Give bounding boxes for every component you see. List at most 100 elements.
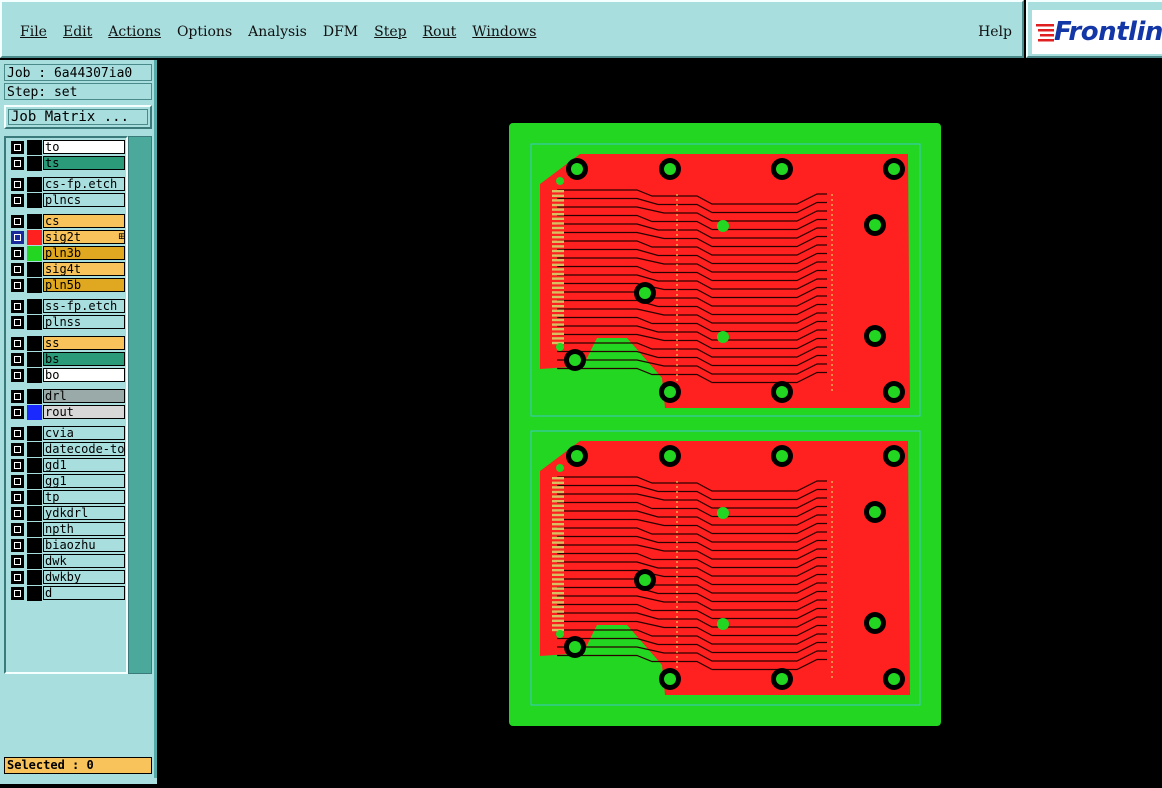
- layer-color-swatch[interactable]: [27, 193, 42, 208]
- layer-select-checkbox[interactable]: [11, 141, 24, 154]
- layer-row-tp[interactable]: tp: [8, 490, 126, 505]
- layer-row-cvia[interactable]: cvia: [8, 426, 126, 441]
- job-matrix-button[interactable]: Job Matrix ...: [4, 105, 152, 129]
- layer-name[interactable]: plnss: [43, 315, 125, 329]
- layer-row-pln5b[interactable]: pln5b: [8, 278, 126, 293]
- layer-color-swatch[interactable]: [27, 315, 42, 330]
- layer-row-gd1[interactable]: gd1: [8, 458, 126, 473]
- layer-color-swatch[interactable]: [27, 262, 42, 277]
- menu-file[interactable]: File: [12, 24, 55, 40]
- layer-select-checkbox[interactable]: [11, 523, 24, 536]
- menu-dfm[interactable]: DFM: [315, 24, 366, 40]
- layer-select-checkbox[interactable]: [11, 459, 24, 472]
- layer-select-checkbox[interactable]: [11, 279, 24, 292]
- layer-row-rout[interactable]: rout: [8, 405, 126, 420]
- layer-row-npth[interactable]: npth: [8, 522, 126, 537]
- layer-name[interactable]: npth: [43, 522, 125, 536]
- layer-row-sig4t[interactable]: sig4t: [8, 262, 126, 277]
- layer-color-swatch[interactable]: [27, 506, 42, 521]
- layer-row-ydkdrl[interactable]: ydkdrl: [8, 506, 126, 521]
- menu-rout[interactable]: Rout: [415, 24, 465, 40]
- layer-name[interactable]: ydkdrl: [43, 506, 125, 520]
- graphics-canvas[interactable]: [157, 60, 1162, 784]
- layer-row-pln3b[interactable]: pln3b: [8, 246, 126, 261]
- layer-select-checkbox[interactable]: [11, 491, 24, 504]
- layer-row-ss-fp.etch[interactable]: ss-fp.etch: [8, 299, 126, 314]
- layer-list-scrollbar[interactable]: [128, 136, 152, 674]
- menu-edit[interactable]: Edit: [55, 24, 100, 40]
- layer-select-checkbox[interactable]: [11, 507, 24, 520]
- layer-select-checkbox[interactable]: [11, 263, 24, 276]
- layer-row-ts[interactable]: ts: [8, 156, 126, 171]
- layer-row-bs[interactable]: bs: [8, 352, 126, 367]
- layer-name[interactable]: drl: [43, 389, 125, 403]
- layer-row-plncs[interactable]: plncs: [8, 193, 126, 208]
- layer-name[interactable]: gd1: [43, 458, 125, 472]
- layer-color-swatch[interactable]: [27, 538, 42, 553]
- layer-name[interactable]: pln5b: [43, 278, 125, 292]
- layer-select-checkbox[interactable]: [11, 555, 24, 568]
- layer-color-swatch[interactable]: [27, 214, 42, 229]
- layer-row-sig2t[interactable]: sig2t ⊞: [8, 230, 126, 245]
- layer-select-checkbox[interactable]: [11, 300, 24, 313]
- layer-name[interactable]: cs: [43, 214, 125, 228]
- menu-actions[interactable]: Actions: [100, 24, 169, 40]
- layer-row-gg1[interactable]: gg1: [8, 474, 126, 489]
- layer-name[interactable]: cvia: [43, 426, 125, 440]
- layer-row-drl[interactable]: drl: [8, 389, 126, 404]
- layer-name[interactable]: ts: [43, 156, 125, 170]
- layer-row-plnss[interactable]: plnss: [8, 315, 126, 330]
- layer-select-checkbox[interactable]: [11, 571, 24, 584]
- layer-color-swatch[interactable]: [27, 140, 42, 155]
- layer-name[interactable]: dwk: [43, 554, 125, 568]
- layer-color-swatch[interactable]: [27, 442, 42, 457]
- layer-name[interactable]: cs-fp.etch: [43, 177, 125, 191]
- layer-name[interactable]: datecode-to: [43, 442, 125, 456]
- layer-color-swatch[interactable]: [27, 458, 42, 473]
- layer-color-swatch[interactable]: [27, 490, 42, 505]
- layer-color-swatch[interactable]: [27, 405, 42, 420]
- layer-select-checkbox[interactable]: [11, 247, 24, 260]
- layer-name[interactable]: ss: [43, 336, 125, 350]
- layer-name[interactable]: plncs: [43, 193, 125, 207]
- layer-color-swatch[interactable]: [27, 522, 42, 537]
- layer-name[interactable]: bo: [43, 368, 125, 382]
- layer-select-checkbox[interactable]: [11, 337, 24, 350]
- layer-color-swatch[interactable]: [27, 554, 42, 569]
- layer-name[interactable]: ss-fp.etch: [43, 299, 125, 313]
- layer-select-checkbox[interactable]: [11, 316, 24, 329]
- layer-row-biaozhu[interactable]: biaozhu: [8, 538, 126, 553]
- layer-select-checkbox[interactable]: [11, 157, 24, 170]
- layer-select-checkbox[interactable]: [11, 443, 24, 456]
- layer-color-swatch[interactable]: [27, 586, 42, 601]
- layer-name[interactable]: dwkby: [43, 570, 125, 584]
- layer-color-swatch[interactable]: [27, 426, 42, 441]
- layer-name[interactable]: sig4t: [43, 262, 125, 276]
- menu-windows[interactable]: Windows: [464, 24, 544, 40]
- layer-name[interactable]: biaozhu: [43, 538, 125, 552]
- layer-name[interactable]: sig2t: [43, 230, 125, 244]
- layer-select-checkbox[interactable]: [11, 353, 24, 366]
- layer-color-swatch[interactable]: [27, 278, 42, 293]
- menu-help[interactable]: Help: [978, 24, 1012, 40]
- layer-select-checkbox[interactable]: [11, 215, 24, 228]
- layer-row-d[interactable]: d: [8, 586, 126, 601]
- layer-color-swatch[interactable]: [27, 368, 42, 383]
- layer-name[interactable]: tp: [43, 490, 125, 504]
- layer-select-checkbox[interactable]: [11, 231, 24, 244]
- layer-row-to[interactable]: to: [8, 140, 126, 155]
- layer-select-checkbox[interactable]: [11, 178, 24, 191]
- layer-row-cs[interactable]: cs: [8, 214, 126, 229]
- layer-row-dwk[interactable]: dwk: [8, 554, 126, 569]
- layer-name[interactable]: gg1: [43, 474, 125, 488]
- layer-select-checkbox[interactable]: [11, 406, 24, 419]
- pcb-view[interactable]: [157, 60, 1162, 784]
- layer-select-checkbox[interactable]: [11, 369, 24, 382]
- layer-color-swatch[interactable]: [27, 474, 42, 489]
- layer-color-swatch[interactable]: [27, 299, 42, 314]
- layer-select-checkbox[interactable]: [11, 194, 24, 207]
- layer-color-swatch[interactable]: [27, 156, 42, 171]
- layer-name[interactable]: rout: [43, 405, 125, 419]
- layer-select-checkbox[interactable]: [11, 475, 24, 488]
- layer-color-swatch[interactable]: [27, 230, 42, 245]
